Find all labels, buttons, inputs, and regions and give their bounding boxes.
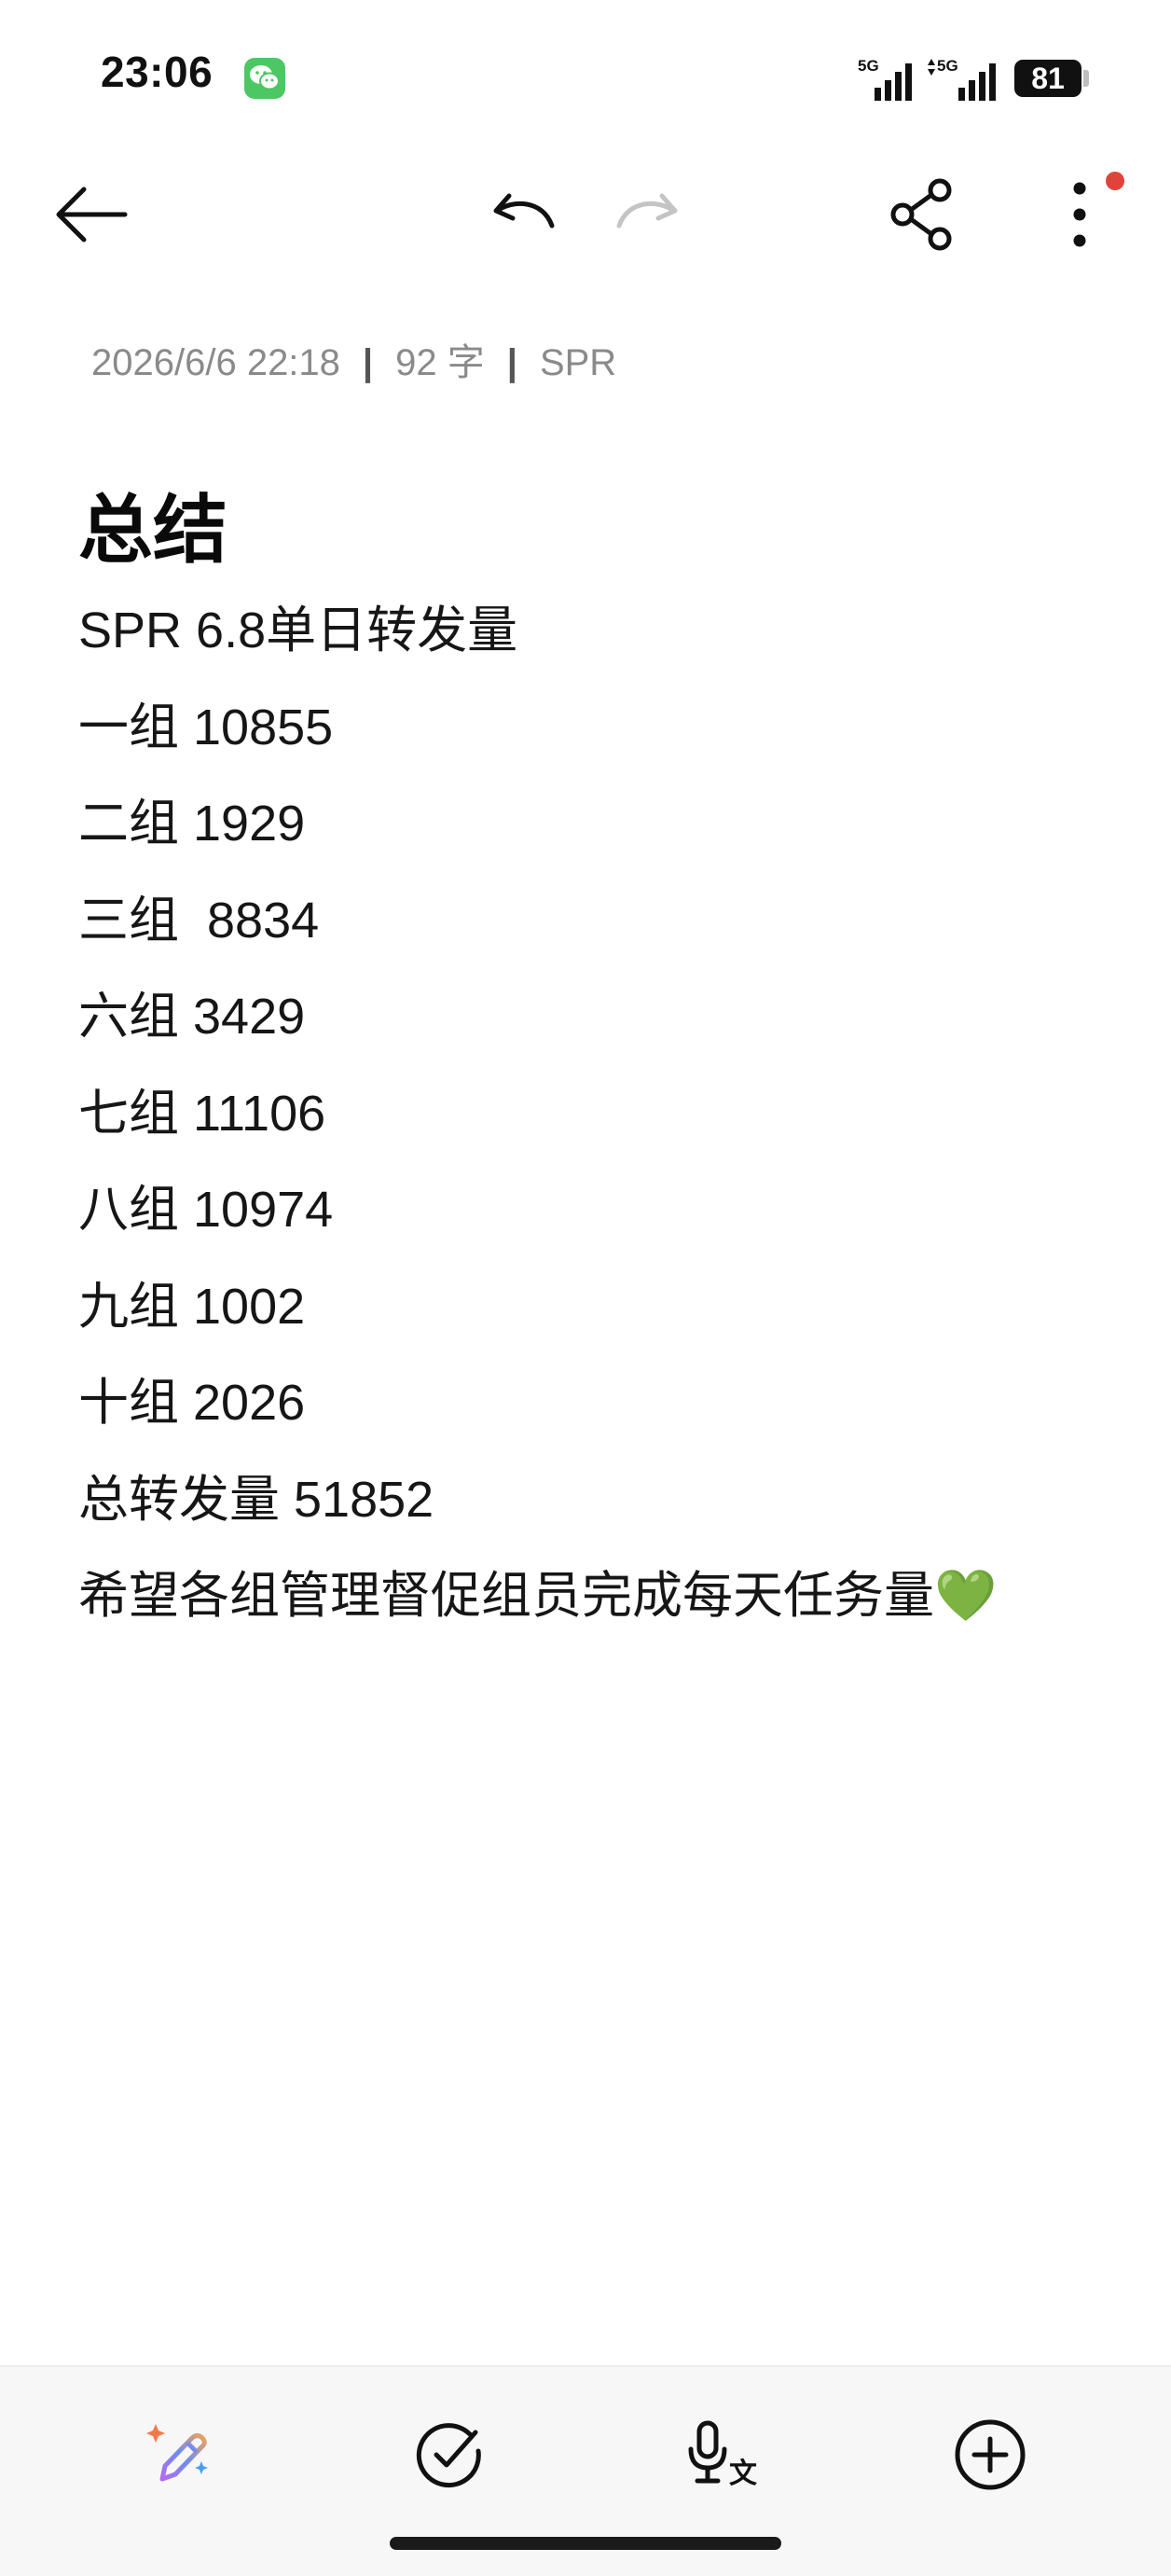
add-circle-icon (955, 2419, 1026, 2490)
note-line[interactable]: 六组 3429 (78, 983, 997, 1080)
share-button[interactable] (876, 168, 970, 261)
signal-5g-icon: 5G (856, 56, 914, 107)
undo-icon (493, 193, 555, 229)
note-line[interactable]: 三组 8834 (78, 887, 997, 984)
svg-text:5G: 5G (858, 57, 879, 75)
note-word-count: 92 字 (395, 342, 485, 383)
status-bar: 23:06 5G 5G 81 (0, 0, 1171, 159)
note-body[interactable]: SPR 6.8单日转发量 一组 10855 二组 1929 三组 8834 六组… (78, 597, 997, 1659)
note-line[interactable]: 一组 10855 (78, 694, 997, 791)
ai-pen-sparkle-icon (146, 2424, 208, 2482)
checklist-icon (416, 2423, 481, 2488)
checklist-button[interactable] (403, 2408, 496, 2501)
svg-text:5G: 5G (937, 57, 958, 75)
note-line[interactable]: 七组 11106 (78, 1080, 997, 1177)
back-button[interactable] (45, 168, 138, 261)
note-line[interactable]: 十组 2026 (78, 1369, 997, 1466)
note-folder[interactable]: SPR (540, 342, 616, 383)
battery-cap (1083, 70, 1089, 87)
note-line[interactable]: 二组 1929 (78, 790, 997, 887)
svg-text:文: 文 (729, 2458, 757, 2490)
redo-button[interactable] (600, 168, 694, 261)
voice-transcribe-button[interactable]: 文 (677, 2408, 770, 2501)
arrow-left-icon (56, 187, 128, 242)
note-meta: 2026/6/6 22:18 | 92 字 | SPR (91, 332, 616, 386)
status-time: 23:06 (101, 48, 214, 96)
signal-5g-data-icon: 5G (925, 56, 999, 107)
more-vertical-icon (1073, 182, 1086, 247)
wechat-icon (244, 58, 285, 99)
note-toolbar (0, 159, 1171, 270)
note-title[interactable]: 总结 (78, 470, 227, 578)
note-line[interactable]: 九组 1002 (78, 1273, 997, 1370)
redo-icon (616, 193, 678, 229)
add-button[interactable] (944, 2408, 1037, 2501)
battery-indicator: 81 (1014, 60, 1081, 97)
voice-transcribe-icon: 文 (688, 2420, 757, 2490)
meta-separator: | (362, 342, 374, 383)
note-line[interactable]: 总转发量 51852 (78, 1466, 997, 1563)
share-icon (890, 178, 952, 251)
undo-button[interactable] (477, 168, 571, 261)
note-line[interactable]: 八组 10974 (78, 1176, 997, 1273)
note-line[interactable]: 希望各组管理督促组员完成每天任务量💚 (78, 1562, 997, 1659)
home-indicator[interactable] (390, 2537, 781, 2550)
meta-separator: | (506, 342, 517, 383)
note-line[interactable]: SPR 6.8单日转发量 (78, 597, 997, 694)
ai-writing-button[interactable] (134, 2408, 227, 2501)
note-datetime: 2026/6/6 22:18 (91, 342, 340, 383)
notification-dot (1106, 172, 1124, 190)
